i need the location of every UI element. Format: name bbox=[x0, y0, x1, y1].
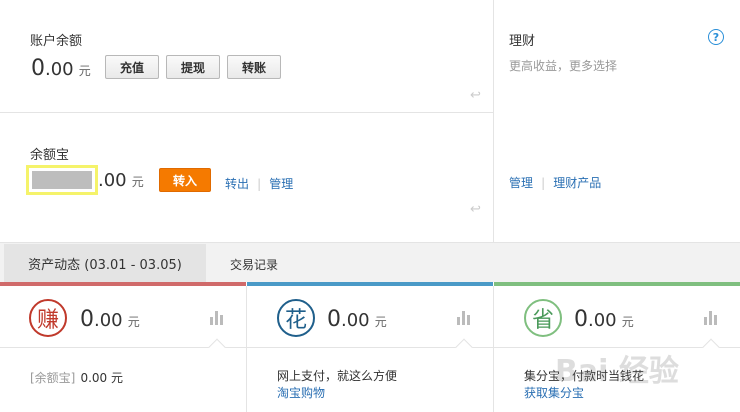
card-notch bbox=[455, 338, 473, 356]
bar-chart-icon[interactable] bbox=[210, 311, 226, 325]
card-save-amount: 0.00 元 bbox=[574, 307, 634, 332]
bar-chart-icon[interactable] bbox=[704, 311, 720, 325]
return-arrow-icon[interactable]: ↩ bbox=[470, 202, 481, 217]
card-bar-spend bbox=[247, 282, 493, 286]
licai-subtitle: 更高收益，更多选择 bbox=[509, 59, 618, 73]
yuebao-amount-mask bbox=[26, 165, 98, 195]
account-amount-dec: .00 bbox=[45, 59, 74, 80]
card-bar-save bbox=[494, 282, 740, 286]
earn-icon: 赚 bbox=[29, 299, 67, 337]
card-amount-unit: 元 bbox=[621, 315, 634, 329]
return-arrow-icon[interactable]: ↩ bbox=[470, 88, 481, 103]
card-earn-detail: [余额宝] 0.00 元 bbox=[30, 367, 123, 386]
card-earn-amount: 0.00 元 bbox=[80, 307, 140, 332]
yuebao-tag: [余额宝] bbox=[30, 371, 76, 385]
baidu-jingyan-watermark: Bai 经验 bbox=[555, 354, 679, 389]
card-amount-unit: 元 bbox=[374, 315, 387, 329]
account-balance-amount: 0.00 元 bbox=[31, 56, 91, 81]
licai-products-link[interactable]: 理财产品 bbox=[553, 176, 601, 190]
licai-title: 理财 bbox=[509, 34, 536, 49]
licai-links: 管理 | 理财产品 bbox=[509, 172, 601, 191]
tab-transaction-records[interactable]: 交易记录 bbox=[230, 256, 278, 273]
card-divider bbox=[493, 286, 494, 412]
transfer-out-link[interactable]: 转出 bbox=[225, 177, 249, 191]
transfer-button[interactable]: 转账 bbox=[227, 55, 281, 79]
panel-divider-vertical bbox=[493, 0, 494, 242]
account-balance-title: 账户余额 bbox=[30, 34, 83, 49]
card-earn-value: 0.00 元 bbox=[80, 371, 124, 385]
card-bar-earn bbox=[0, 282, 246, 286]
yuebao-amount-dec: .00 bbox=[98, 170, 127, 191]
transfer-in-button[interactable]: 转入 bbox=[159, 168, 211, 192]
account-amount-unit: 元 bbox=[78, 64, 91, 78]
link-separator: | bbox=[257, 177, 262, 191]
card-amount-dec: .00 bbox=[341, 310, 370, 331]
card-notch bbox=[702, 338, 720, 356]
card-amount-int: 0 bbox=[80, 307, 94, 332]
card-spend-text: 网上支付，就这么方便 bbox=[277, 369, 398, 383]
help-icon[interactable]: ? bbox=[708, 29, 724, 45]
bar-chart-icon[interactable] bbox=[457, 311, 473, 325]
spend-icon: 花 bbox=[277, 299, 315, 337]
panel-divider-horizontal bbox=[0, 112, 493, 113]
yuebao-amount: .00 元 bbox=[98, 170, 144, 191]
taobao-shopping-link[interactable]: 淘宝购物 bbox=[277, 384, 325, 401]
yuebao-links: 转出 | 管理 bbox=[225, 173, 293, 192]
recharge-button[interactable]: 充值 bbox=[105, 55, 159, 79]
card-amount-int: 0 bbox=[327, 307, 341, 332]
card-amount-dec: .00 bbox=[94, 310, 123, 331]
withdraw-button[interactable]: 提现 bbox=[166, 55, 220, 79]
card-divider bbox=[246, 286, 247, 412]
yuebao-manage-link[interactable]: 管理 bbox=[269, 177, 293, 191]
account-amount-int: 0 bbox=[31, 56, 45, 81]
yuebao-amount-unit: 元 bbox=[131, 175, 144, 189]
licai-manage-link[interactable]: 管理 bbox=[509, 176, 533, 190]
card-notch bbox=[208, 338, 226, 356]
card-spend-amount: 0.00 元 bbox=[327, 307, 387, 332]
card-amount-dec: .00 bbox=[588, 310, 617, 331]
card-amount-unit: 元 bbox=[127, 315, 140, 329]
save-icon: 省 bbox=[524, 299, 562, 337]
tab-asset-activity[interactable]: 资产动态 (03.01 - 03.05) bbox=[4, 244, 206, 282]
link-separator: | bbox=[541, 176, 546, 190]
card-amount-int: 0 bbox=[574, 307, 588, 332]
yuebao-title: 余额宝 bbox=[30, 148, 70, 163]
